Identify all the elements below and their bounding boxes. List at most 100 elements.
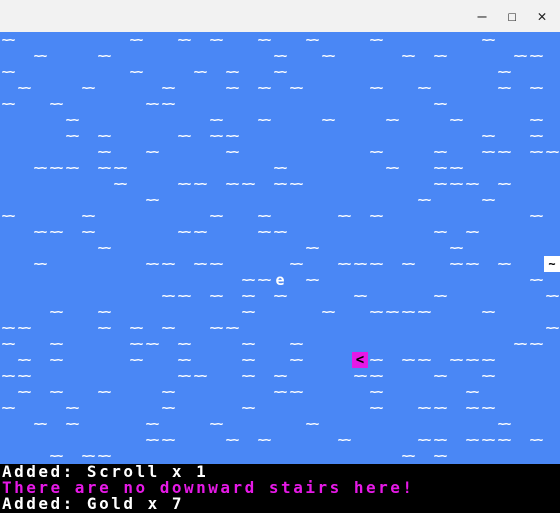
water-tile: ~~ bbox=[385, 305, 399, 319]
water-tile: ~~ bbox=[145, 433, 159, 447]
water-tile: ~~ bbox=[529, 49, 543, 63]
water-tile: ~~ bbox=[65, 417, 79, 431]
water-tile: ~~ bbox=[17, 369, 31, 383]
water-tile: ~~ bbox=[257, 225, 271, 239]
water-tile: ~~ bbox=[433, 97, 447, 111]
water-tile: ~~ bbox=[353, 257, 367, 271]
minimize-button[interactable]: — bbox=[470, 4, 494, 28]
water-tile: ~~ bbox=[193, 257, 207, 271]
water-tile: ~~ bbox=[433, 369, 447, 383]
water-tile: ~~ bbox=[289, 353, 303, 367]
water-tile: ~~ bbox=[417, 193, 431, 207]
water-tile: ~~ bbox=[49, 97, 63, 111]
water-tile: ~~ bbox=[193, 177, 207, 191]
water-tile: ~~ bbox=[225, 145, 239, 159]
water-tile: ~~ bbox=[177, 129, 191, 143]
water-tile: ~~ bbox=[257, 209, 271, 223]
water-tile: ~~ bbox=[481, 353, 495, 367]
water-tile: ~~ bbox=[129, 337, 143, 351]
water-tile: ~~ bbox=[225, 321, 239, 335]
water-tile: ~~ bbox=[401, 49, 415, 63]
water-tile: ~~ bbox=[65, 401, 79, 415]
water-tile: ~~ bbox=[241, 273, 255, 287]
water-tile: ~~ bbox=[433, 225, 447, 239]
message-log: Added: Scroll x 1 There are no downward … bbox=[0, 464, 560, 512]
water-tile: ~~ bbox=[417, 81, 431, 95]
water-tile: ~~ bbox=[497, 177, 511, 191]
water-tile: ~~ bbox=[65, 161, 79, 175]
water-tile: ~~ bbox=[225, 65, 239, 79]
water-tile: ~~ bbox=[545, 321, 559, 335]
water-tile: ~~ bbox=[241, 369, 255, 383]
water-tile: ~~ bbox=[529, 337, 543, 351]
water-tile: ~~ bbox=[177, 337, 191, 351]
water-tile: ~~ bbox=[369, 81, 383, 95]
water-tile: ~~ bbox=[1, 209, 15, 223]
water-tile: ~~ bbox=[33, 225, 47, 239]
water-tile: ~~ bbox=[369, 145, 383, 159]
water-tile: ~~ bbox=[49, 337, 63, 351]
water-tile: ~~ bbox=[177, 289, 191, 303]
water-tile: ~~ bbox=[241, 337, 255, 351]
water-tile: ~~ bbox=[1, 401, 15, 415]
water-tile: ~~ bbox=[209, 417, 223, 431]
water-tile: ~~ bbox=[433, 145, 447, 159]
water-tile: ~~ bbox=[449, 113, 463, 127]
water-tile: ~~ bbox=[465, 257, 479, 271]
water-tile: ~~ bbox=[433, 161, 447, 175]
water-tile: ~~ bbox=[305, 33, 319, 47]
water-tile: ~~ bbox=[481, 401, 495, 415]
water-tile: ~~ bbox=[545, 145, 559, 159]
water-tile: ~~ bbox=[465, 177, 479, 191]
close-button[interactable]: ✕ bbox=[530, 4, 554, 28]
water-tile: ~~ bbox=[225, 129, 239, 143]
water-tile: ~~ bbox=[481, 145, 495, 159]
water-tile: ~~ bbox=[273, 177, 287, 191]
water-tile: ~~ bbox=[33, 161, 47, 175]
water-tile: ~~ bbox=[209, 289, 223, 303]
water-tile: ~~ bbox=[433, 401, 447, 415]
water-tile: ~~ bbox=[129, 33, 143, 47]
water-tile: ~~ bbox=[145, 193, 159, 207]
water-tile: ~~ bbox=[417, 401, 431, 415]
water-tile: ~~ bbox=[193, 65, 207, 79]
water-tile: ~~ bbox=[193, 225, 207, 239]
water-tile: ~~ bbox=[1, 337, 15, 351]
water-tile: ~~ bbox=[1, 321, 15, 335]
water-tile: ~~ bbox=[257, 433, 271, 447]
water-tile: ~~ bbox=[273, 369, 287, 383]
water-tile: ~~ bbox=[193, 369, 207, 383]
water-tile: ~~ bbox=[1, 65, 15, 79]
water-tile: ~~ bbox=[369, 369, 383, 383]
water-tile: ~~ bbox=[529, 433, 543, 447]
water-tile: ~~ bbox=[481, 129, 495, 143]
water-tile: ~~ bbox=[433, 49, 447, 63]
water-tile: ~~ bbox=[353, 369, 367, 383]
water-tile: ~~ bbox=[17, 353, 31, 367]
water-tile: ~~ bbox=[273, 225, 287, 239]
water-tile: ~~ bbox=[241, 177, 255, 191]
water-tile: ~~ bbox=[241, 353, 255, 367]
water-tile: ~~ bbox=[401, 353, 415, 367]
water-tile: ~~ bbox=[481, 369, 495, 383]
water-tile: ~~ bbox=[257, 81, 271, 95]
water-tile: ~~ bbox=[113, 161, 127, 175]
water-tile: ~~ bbox=[177, 225, 191, 239]
water-tile: ~~ bbox=[225, 81, 239, 95]
water-tile: ~~ bbox=[145, 97, 159, 111]
water-tile: ~~ bbox=[1, 97, 15, 111]
water-tile: ~~ bbox=[273, 385, 287, 399]
maximize-button[interactable]: ☐ bbox=[500, 4, 524, 28]
water-tile: ~~ bbox=[225, 177, 239, 191]
water-tile: ~~ bbox=[49, 353, 63, 367]
water-tile: ~~ bbox=[481, 433, 495, 447]
water-tile: ~~ bbox=[129, 65, 143, 79]
water-tile: ~~ bbox=[273, 65, 287, 79]
water-tile: ~~ bbox=[81, 209, 95, 223]
water-tile: ~~ bbox=[241, 289, 255, 303]
water-tile: ~~ bbox=[49, 305, 63, 319]
water-tile: ~~ bbox=[17, 321, 31, 335]
water-tile: ~~ bbox=[433, 289, 447, 303]
game-map[interactable]: < e ~ ~~ ~~ ~~ ~~ ~~ ~~ ~~ ~~ ~~ ~~ ~~ ~~ ~~ ~~ ~~ ~~ ~~… bbox=[0, 32, 560, 464]
water-tile: ~~ bbox=[145, 337, 159, 351]
